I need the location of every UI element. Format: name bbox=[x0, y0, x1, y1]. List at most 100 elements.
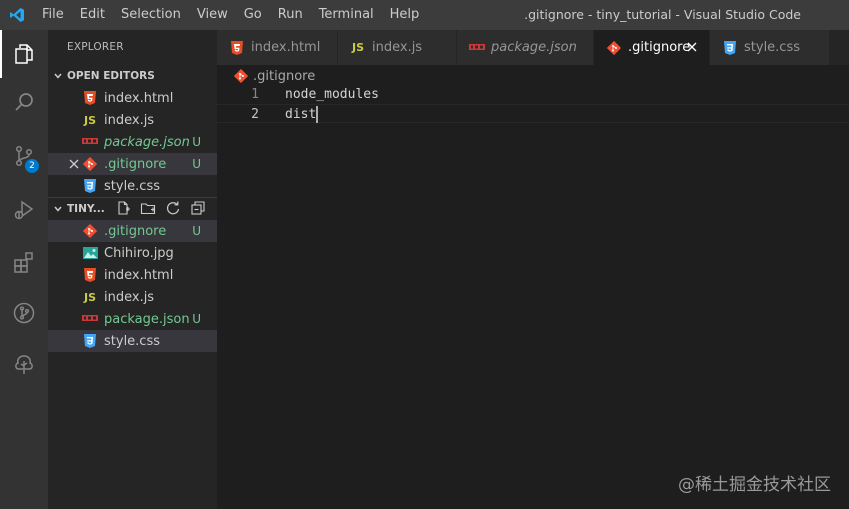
tab-label: index.js bbox=[372, 40, 423, 55]
js-icon: JS bbox=[83, 290, 96, 304]
code-line[interactable]: 1 node_modules bbox=[217, 85, 849, 104]
git-icon bbox=[82, 223, 98, 239]
breadcrumb[interactable]: .gitignore bbox=[217, 65, 849, 87]
npm-icon bbox=[82, 134, 98, 150]
menu-selection[interactable]: Selection bbox=[113, 0, 189, 30]
open-editor-item[interactable]: JS index.js bbox=[48, 109, 217, 131]
code-editor[interactable]: 1 node_modules 2 dist bbox=[217, 85, 849, 123]
extensions-icon[interactable] bbox=[0, 238, 48, 286]
line-text[interactable]: node_modules bbox=[285, 85, 379, 104]
npm-icon bbox=[82, 311, 98, 327]
file-label: Chihiro.jpg bbox=[104, 245, 174, 261]
tab-index-js[interactable]: JS index.js bbox=[338, 30, 457, 65]
open-editor-item[interactable]: package.json U bbox=[48, 131, 217, 153]
line-number: 1 bbox=[251, 87, 259, 102]
npm-icon bbox=[469, 40, 485, 56]
editor-tabs: index.html JS index.js package.json .git… bbox=[217, 30, 849, 65]
tab-label: package.json bbox=[491, 40, 577, 55]
tree-icon[interactable] bbox=[0, 341, 48, 389]
css-icon bbox=[82, 333, 98, 349]
file-item[interactable]: .gitignore U bbox=[48, 220, 217, 242]
close-icon[interactable] bbox=[67, 156, 81, 172]
new-file-icon[interactable] bbox=[115, 200, 131, 219]
run-debug-icon[interactable] bbox=[0, 186, 48, 234]
explorer-sidebar: EXPLORER OPEN EDITORS index.html JS inde… bbox=[48, 30, 217, 509]
tab-index-html[interactable]: index.html bbox=[217, 30, 338, 65]
file-label: package.json bbox=[104, 311, 190, 327]
tab-package-json[interactable]: package.json bbox=[457, 30, 594, 65]
file-item[interactable]: index.html bbox=[48, 264, 217, 286]
file-label: index.html bbox=[104, 267, 174, 283]
collapse-all-icon[interactable] bbox=[190, 200, 206, 219]
line-text[interactable]: dist bbox=[285, 107, 316, 122]
folder-label: TINY... bbox=[67, 203, 105, 215]
open-editor-label: index.js bbox=[104, 112, 155, 128]
git-status-badge: U bbox=[192, 135, 201, 149]
refresh-icon[interactable] bbox=[165, 200, 181, 219]
git-status-badge: U bbox=[192, 157, 201, 171]
file-item[interactable]: style.css bbox=[48, 330, 217, 352]
tab-label: .gitignore bbox=[628, 40, 691, 55]
file-item[interactable]: package.json U bbox=[48, 308, 217, 330]
css-icon bbox=[722, 40, 738, 56]
file-label: .gitignore bbox=[104, 223, 167, 239]
menu-edit[interactable]: Edit bbox=[72, 0, 113, 30]
menu-file[interactable]: File bbox=[34, 0, 72, 30]
git-status-badge: U bbox=[192, 224, 201, 238]
menu-go[interactable]: Go bbox=[236, 0, 270, 30]
git-icon bbox=[606, 40, 622, 56]
open-editor-item[interactable]: index.html bbox=[48, 87, 217, 109]
menu-help[interactable]: Help bbox=[382, 0, 428, 30]
menu-terminal[interactable]: Terminal bbox=[311, 0, 382, 30]
chevron-down-icon bbox=[49, 71, 67, 81]
html-icon bbox=[82, 267, 98, 283]
tab-style-css[interactable]: style.css bbox=[710, 30, 830, 65]
search-icon[interactable] bbox=[0, 78, 48, 126]
open-editor-item[interactable]: style.css bbox=[48, 175, 217, 197]
line-text-wrap[interactable]: dist bbox=[285, 105, 319, 124]
vscode-logo-icon bbox=[0, 0, 34, 30]
source-control-badge: 2 bbox=[25, 159, 39, 173]
open-editor-label: package.json bbox=[104, 134, 190, 150]
explorer-icon[interactable] bbox=[0, 30, 48, 78]
git-icon bbox=[233, 68, 249, 84]
js-icon: JS bbox=[83, 113, 96, 127]
title-bar: File Edit Selection View Go Run Terminal… bbox=[0, 0, 849, 30]
image-icon bbox=[82, 245, 98, 261]
explorer-title: EXPLORER bbox=[67, 41, 124, 53]
watermark: @稀土掘金技术社区 bbox=[678, 475, 831, 495]
text-cursor bbox=[316, 106, 319, 123]
html-icon bbox=[82, 90, 98, 106]
folder-header[interactable]: TINY... bbox=[48, 197, 217, 220]
tab-label: style.css bbox=[744, 40, 800, 55]
menu-run[interactable]: Run bbox=[270, 0, 311, 30]
chevron-down-icon bbox=[49, 204, 67, 214]
close-icon[interactable] bbox=[685, 40, 699, 54]
open-editor-label: index.html bbox=[104, 90, 174, 106]
git-icon bbox=[82, 156, 98, 172]
code-line-current[interactable]: 2 dist bbox=[217, 104, 849, 123]
menu-view[interactable]: View bbox=[189, 0, 236, 30]
file-item[interactable]: JS index.js bbox=[48, 286, 217, 308]
html-icon bbox=[229, 40, 245, 56]
menu-bar: File Edit Selection View Go Run Terminal… bbox=[34, 0, 427, 30]
tab-label: index.html bbox=[251, 40, 321, 55]
file-item[interactable]: Chihiro.jpg bbox=[48, 242, 217, 264]
css-icon bbox=[82, 178, 98, 194]
breadcrumb-label: .gitignore bbox=[253, 68, 316, 84]
source-control-icon[interactable]: 2 bbox=[0, 132, 48, 180]
js-icon: JS bbox=[351, 41, 364, 54]
open-editor-label: .gitignore bbox=[104, 156, 167, 172]
git-status-badge: U bbox=[192, 312, 201, 326]
open-editors-header[interactable]: OPEN EDITORS bbox=[48, 65, 217, 87]
open-editor-item-active[interactable]: .gitignore U bbox=[48, 153, 217, 175]
new-folder-icon[interactable] bbox=[140, 200, 156, 219]
file-label: style.css bbox=[104, 333, 160, 349]
tab-gitignore[interactable]: .gitignore bbox=[594, 30, 710, 65]
open-editors-label: OPEN EDITORS bbox=[67, 70, 155, 82]
open-editor-label: style.css bbox=[104, 178, 160, 194]
git-graph-icon[interactable] bbox=[0, 289, 48, 337]
line-number: 2 bbox=[251, 107, 259, 122]
activity-bar: 2 bbox=[0, 30, 48, 509]
file-label: index.js bbox=[104, 289, 155, 305]
